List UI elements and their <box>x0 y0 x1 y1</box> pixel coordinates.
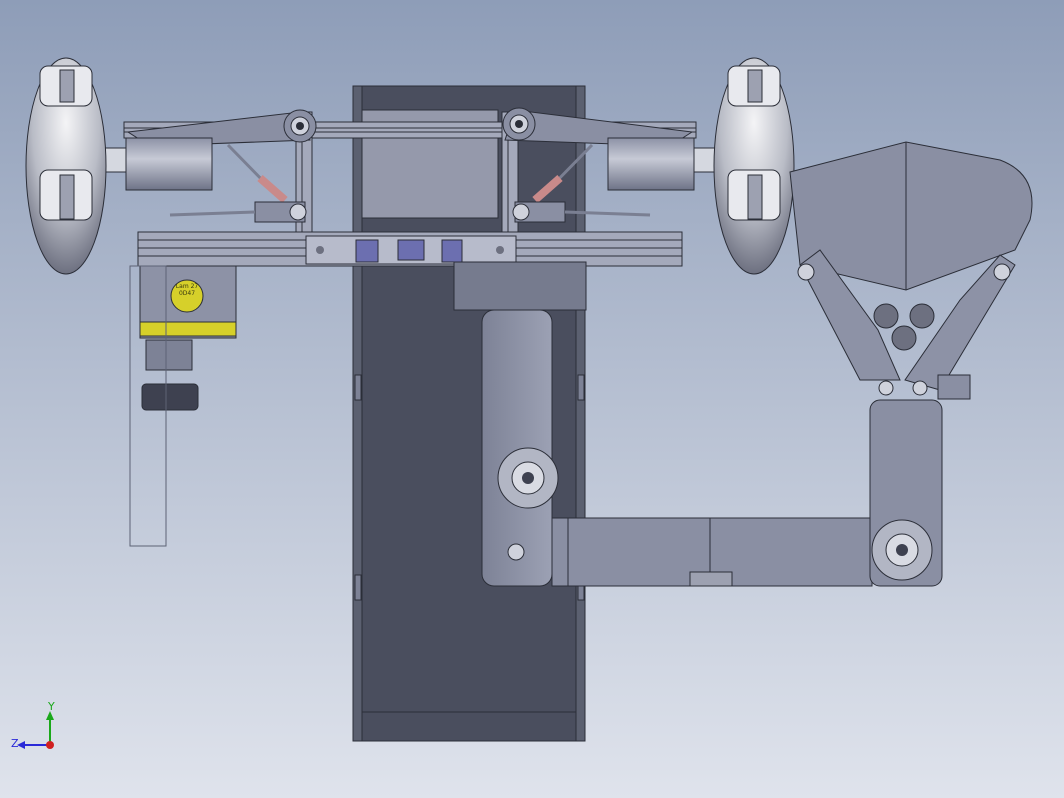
y-axis-label: Y <box>48 700 55 713</box>
nameplate-line-1: Lam 27 <box>175 283 199 290</box>
cad-viewport[interactable]: Lam 27 0D47 Y Z <box>0 0 1064 798</box>
right-wheel <box>713 57 795 275</box>
left-wheel <box>25 57 107 275</box>
origin-dot <box>46 741 54 749</box>
sensor-nameplate: Lam 27 0D47 <box>172 283 202 297</box>
nameplate-line-2: 0D47 <box>178 290 196 297</box>
z-axis-label: Z <box>11 737 19 750</box>
assembly-drawing <box>0 0 1064 798</box>
